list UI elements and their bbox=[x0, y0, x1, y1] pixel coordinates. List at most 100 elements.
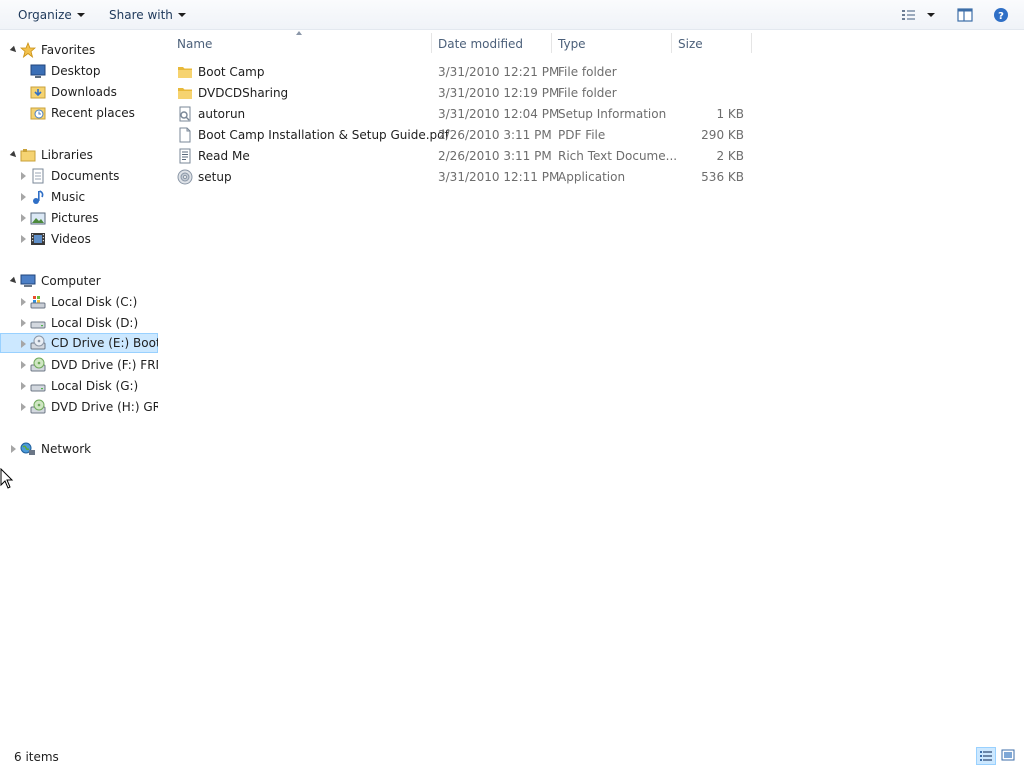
expand-icon[interactable] bbox=[21, 319, 26, 327]
libraries-icon bbox=[20, 147, 36, 163]
nav-item-label: DVD Drive (F:) FRMB bbox=[51, 358, 158, 372]
expand-icon[interactable] bbox=[21, 235, 26, 243]
preview-pane-icon[interactable] bbox=[956, 6, 974, 24]
nav-item-downloads[interactable]: Downloads bbox=[0, 82, 158, 102]
collapse-icon[interactable] bbox=[9, 276, 19, 286]
column-header-size[interactable]: Size bbox=[678, 37, 703, 51]
file-row-read-me[interactable]: Read Me 2/26/2010 3:11 PM Rich Text Docu… bbox=[173, 146, 753, 167]
music-icon bbox=[30, 189, 46, 205]
sort-ascending-icon bbox=[296, 31, 302, 35]
collapse-icon[interactable] bbox=[9, 150, 19, 160]
application-icon bbox=[177, 169, 193, 185]
file-name: Read Me bbox=[198, 149, 250, 163]
file-date: 3/31/2010 12:21 PM bbox=[438, 65, 560, 79]
nav-item-dvd-drive-f[interactable]: DVD Drive (F:) FRMB bbox=[0, 355, 158, 375]
dvd-drive-icon bbox=[30, 399, 46, 415]
file-row-autorun[interactable]: autorun 3/31/2010 12:04 PM Setup Informa… bbox=[173, 104, 753, 125]
command-bar: Organize Share with ? bbox=[0, 0, 1024, 30]
chevron-down-icon bbox=[76, 13, 85, 17]
nav-item-dvd-drive-h[interactable]: DVD Drive (H:) GRM bbox=[0, 397, 158, 417]
nav-item-label: Local Disk (D:) bbox=[51, 316, 139, 330]
large-icons-view-icon[interactable] bbox=[999, 747, 1019, 765]
documents-icon bbox=[30, 168, 46, 184]
file-type: Setup Information bbox=[558, 107, 667, 121]
desktop-icon bbox=[30, 63, 46, 79]
cd-drive-icon bbox=[30, 335, 46, 351]
column-header-date-modified[interactable]: Date modified bbox=[438, 37, 523, 51]
nav-computer[interactable]: Computer bbox=[0, 271, 158, 291]
share-with-button[interactable]: Share with bbox=[109, 7, 186, 23]
item-count: 6 items bbox=[14, 750, 59, 764]
nav-item-label: Downloads bbox=[51, 85, 117, 99]
nav-item-local-disk-d[interactable]: Local Disk (D:) bbox=[0, 313, 158, 333]
file-name: DVDCDSharing bbox=[198, 86, 289, 100]
file-type: PDF File bbox=[558, 128, 606, 142]
collapse-icon[interactable] bbox=[9, 45, 19, 55]
status-bar: 6 items bbox=[0, 745, 1024, 768]
nav-favorites[interactable]: Favorites bbox=[0, 40, 158, 60]
organize-button[interactable]: Organize bbox=[18, 7, 85, 23]
chevron-down-icon[interactable] bbox=[927, 13, 935, 17]
file-row-setup[interactable]: setup 3/31/2010 12:11 PM Application 536… bbox=[173, 167, 753, 188]
nav-libraries[interactable]: Libraries bbox=[0, 145, 158, 165]
nav-item-recent-places[interactable]: Recent places bbox=[0, 103, 158, 123]
organize-label: Organize bbox=[18, 8, 72, 22]
nav-item-cd-drive-e[interactable]: CD Drive (E:) Boot Camp bbox=[0, 333, 158, 353]
column-header-type[interactable]: Type bbox=[558, 37, 586, 51]
nav-item-videos[interactable]: Videos bbox=[0, 229, 158, 249]
nav-favorites-label: Favorites bbox=[41, 43, 96, 57]
nav-item-desktop[interactable]: Desktop bbox=[0, 61, 158, 81]
column-header-name[interactable]: Name bbox=[177, 37, 212, 51]
column-divider[interactable] bbox=[431, 33, 432, 53]
navigation-pane: Favorites Desktop Downloads Recent place… bbox=[0, 31, 158, 737]
expand-icon[interactable] bbox=[11, 445, 16, 453]
view-options-icon[interactable] bbox=[900, 6, 918, 24]
expand-icon[interactable] bbox=[21, 298, 26, 306]
setup-info-icon bbox=[177, 106, 193, 122]
downloads-icon bbox=[30, 84, 46, 100]
svg-text:?: ? bbox=[998, 11, 1004, 22]
expand-icon[interactable] bbox=[21, 382, 26, 390]
file-date: 2/26/2010 3:11 PM bbox=[438, 128, 552, 142]
file-name: setup bbox=[198, 170, 232, 184]
file-row-boot-camp[interactable]: Boot Camp 3/31/2010 12:21 PM File folder bbox=[173, 62, 753, 83]
nav-item-documents[interactable]: Documents bbox=[0, 166, 158, 186]
nav-network[interactable]: Network bbox=[0, 439, 158, 459]
nav-item-label: Local Disk (G:) bbox=[51, 379, 139, 393]
nav-item-music[interactable]: Music bbox=[0, 187, 158, 207]
expand-icon[interactable] bbox=[21, 172, 26, 180]
file-type: File folder bbox=[558, 86, 617, 100]
nav-item-pictures[interactable]: Pictures bbox=[0, 208, 158, 228]
nav-computer-label: Computer bbox=[41, 274, 101, 288]
expand-icon[interactable] bbox=[21, 193, 26, 201]
file-row-dvdcdsharing[interactable]: DVDCDSharing 3/31/2010 12:19 PM File fol… bbox=[173, 83, 753, 104]
nav-item-label: Documents bbox=[51, 169, 120, 183]
star-icon bbox=[19, 41, 37, 59]
expand-icon[interactable] bbox=[21, 214, 26, 222]
details-view-icon[interactable] bbox=[976, 747, 996, 765]
file-date: 3/31/2010 12:19 PM bbox=[438, 86, 560, 100]
videos-icon bbox=[30, 231, 46, 247]
folder-icon bbox=[177, 64, 193, 80]
column-divider[interactable] bbox=[551, 33, 552, 53]
file-row-pdf-guide[interactable]: Boot Camp Installation & Setup Guide.pdf… bbox=[173, 125, 753, 146]
nav-network-label: Network bbox=[41, 442, 92, 456]
nav-item-label: Pictures bbox=[51, 211, 99, 225]
expand-icon[interactable] bbox=[21, 403, 26, 411]
file-name: Boot Camp Installation & Setup Guide.pdf bbox=[198, 128, 449, 142]
file-date: 2/26/2010 3:11 PM bbox=[438, 149, 552, 163]
file-date: 3/31/2010 12:11 PM bbox=[438, 170, 560, 184]
file-size: 536 KB bbox=[701, 170, 744, 184]
expand-icon[interactable] bbox=[21, 361, 26, 369]
system-drive-icon bbox=[30, 294, 46, 310]
nav-item-label: Local Disk (C:) bbox=[51, 295, 138, 309]
mouse-cursor-icon bbox=[0, 467, 14, 490]
column-divider[interactable] bbox=[671, 33, 672, 53]
nav-item-local-disk-c[interactable]: Local Disk (C:) bbox=[0, 292, 158, 312]
file-size: 2 KB bbox=[716, 149, 744, 163]
nav-item-label: DVD Drive (H:) GRM bbox=[51, 400, 158, 414]
help-icon[interactable]: ? bbox=[992, 6, 1010, 24]
expand-icon[interactable] bbox=[21, 340, 26, 348]
column-divider[interactable] bbox=[751, 33, 752, 53]
nav-item-local-disk-g[interactable]: Local Disk (G:) bbox=[0, 376, 158, 396]
